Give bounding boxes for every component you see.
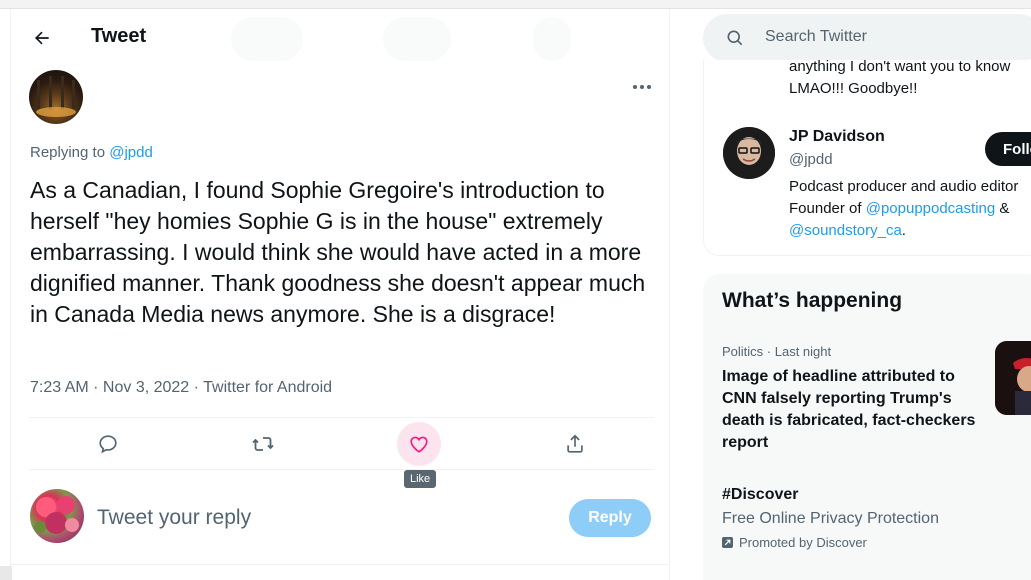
heart-icon bbox=[410, 436, 428, 453]
search-icon bbox=[727, 30, 743, 46]
back-button[interactable] bbox=[27, 23, 57, 53]
replying-to: Replying to @jpdd bbox=[30, 144, 153, 161]
promo-tag: #Discover bbox=[722, 486, 799, 503]
avatar-image bbox=[34, 496, 79, 534]
bio-line: LMAO!!! Goodbye!! bbox=[789, 80, 918, 97]
divider bbox=[29, 469, 654, 470]
follow-button[interactable]: Follow bbox=[985, 132, 1031, 166]
jp-name[interactable]: JP Davidson bbox=[789, 128, 885, 146]
bio-text: & bbox=[995, 200, 1010, 217]
more-options-button[interactable] bbox=[629, 77, 655, 97]
reply-input[interactable] bbox=[97, 506, 537, 530]
retweet-icon bbox=[252, 437, 274, 451]
divider bbox=[29, 417, 654, 418]
jp-avatar[interactable] bbox=[723, 127, 775, 179]
replying-handle-link[interactable]: @jpdd bbox=[109, 144, 153, 161]
jp-handle[interactable]: @jpdd bbox=[789, 151, 833, 168]
share-icon bbox=[567, 434, 583, 453]
previous-user-bio: anything I don't want you to know LMAO!!… bbox=[789, 60, 1031, 100]
divider bbox=[11, 564, 669, 565]
tweet-header: Tweet bbox=[11, 9, 669, 66]
who-to-follow-card: anything I don't want you to know LMAO!!… bbox=[703, 60, 1031, 256]
trend-headline: Image of headline attributed to CNN fals… bbox=[722, 368, 976, 451]
more-dots-icon bbox=[647, 85, 651, 89]
promo-description: Free Online Privacy Protection bbox=[722, 510, 939, 527]
bio-line: @soundstory_ca. bbox=[789, 220, 1031, 242]
avatar-image bbox=[723, 127, 775, 179]
more-dots-icon bbox=[633, 85, 637, 89]
reply-submit-button[interactable]: Reply bbox=[569, 499, 651, 537]
author-avatar[interactable] bbox=[29, 70, 83, 124]
bio-text: Founder of bbox=[789, 200, 866, 217]
bio-link-soundstory[interactable]: @soundstory_ca bbox=[789, 222, 902, 239]
retweet-button[interactable] bbox=[241, 422, 285, 466]
bio-line: anything I don't want you to know bbox=[789, 60, 1011, 75]
more-dots-icon bbox=[640, 85, 644, 89]
arrow-left-icon bbox=[35, 31, 49, 45]
reply-button[interactable] bbox=[86, 422, 130, 466]
tweet-text: As a Canadian, I found Sophie Gregoire's… bbox=[30, 177, 646, 327]
search-input[interactable] bbox=[765, 28, 1025, 46]
like-tooltip: Like bbox=[404, 470, 437, 488]
user-avatar[interactable] bbox=[30, 489, 84, 543]
promoted-by-text: Promoted by Discover bbox=[739, 535, 867, 550]
promoted-by: Promoted by Discover bbox=[722, 535, 867, 550]
search-bar[interactable] bbox=[703, 14, 1031, 62]
thumbnail-image bbox=[995, 341, 1031, 415]
trend-meta: Politics · Last night bbox=[722, 344, 832, 359]
bio-line: Founder of @popuppodcasting & bbox=[789, 198, 1031, 220]
share-button[interactable] bbox=[553, 422, 597, 466]
browser-top-strip bbox=[0, 0, 1031, 9]
corner-fragment bbox=[0, 566, 12, 580]
main-column: Tweet Replying to @jpdd As a Canadian, I… bbox=[10, 9, 670, 580]
bio-link-popuppodcasting[interactable]: @popuppodcasting bbox=[866, 200, 996, 217]
bio-text: . bbox=[901, 222, 906, 239]
page-title: Tweet bbox=[91, 25, 147, 47]
like-button[interactable] bbox=[397, 422, 441, 466]
bio-line: Podcast producer and audio editor bbox=[789, 178, 1019, 195]
avatar-image bbox=[36, 76, 76, 117]
trend-thumbnail bbox=[995, 341, 1031, 415]
whats-happening-card: What’s happening Politics · Last night I… bbox=[703, 274, 1031, 580]
promoted-icon bbox=[722, 537, 733, 548]
whats-happening-title: What’s happening bbox=[722, 289, 903, 312]
replying-prefix: Replying to bbox=[30, 144, 106, 161]
jp-bio: Podcast producer and audio editor Founde… bbox=[789, 176, 1031, 242]
tweet-timestamp[interactable]: 7:23 AM · Nov 3, 2022 · Twitter for Andr… bbox=[30, 379, 332, 397]
comment-icon bbox=[99, 435, 117, 454]
